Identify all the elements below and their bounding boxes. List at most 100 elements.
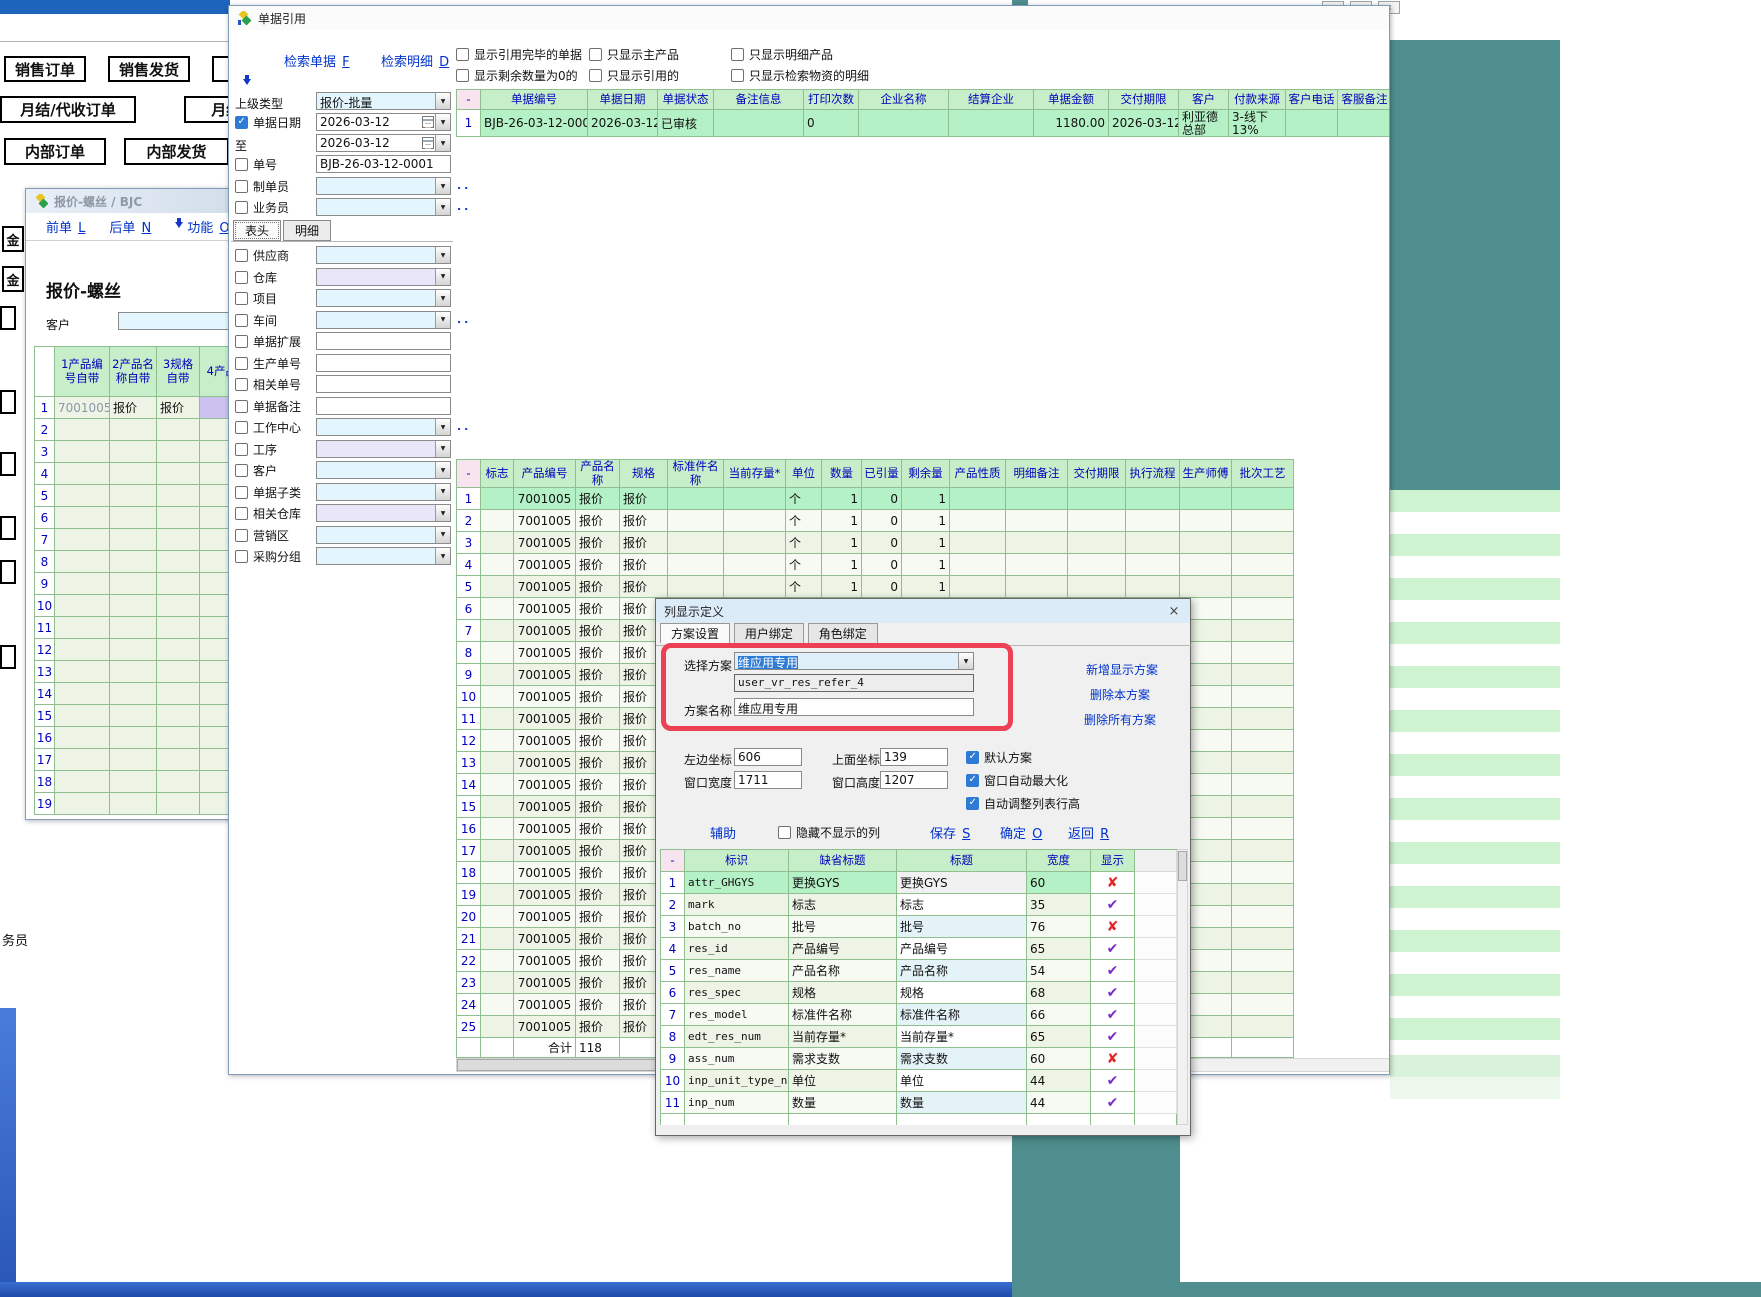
filter-combo-value[interactable] [317, 484, 435, 500]
filter-checkbox[interactable] [235, 249, 248, 262]
filter-combo-value[interactable] [317, 290, 435, 306]
cell[interactable]: 单位 [897, 1070, 1027, 1092]
table-row[interactable]: 14 [35, 683, 260, 705]
menu-item[interactable]: 前单 L [46, 217, 85, 236]
table-row[interactable]: 57001005报价报价个101 [457, 576, 1294, 598]
scheme-name-input[interactable]: 维应用专用 [734, 698, 974, 716]
toolbar-checkbox[interactable] [589, 69, 602, 82]
table-row[interactable]: 7 [35, 529, 260, 551]
filter-combo-value[interactable] [317, 269, 435, 285]
table-row[interactable]: 13 [35, 661, 260, 683]
filter-combo[interactable]: ▼ [316, 483, 451, 501]
chevron-down-icon[interactable]: ▼ [435, 135, 450, 151]
chevron-down-icon[interactable]: ▼ [435, 441, 450, 457]
cell[interactable]: 44 [1027, 1070, 1091, 1092]
filter-input[interactable] [316, 354, 451, 372]
cell[interactable]: 44 [1027, 1092, 1091, 1114]
side-button[interactable]: 金 [2, 226, 24, 252]
date-to-value[interactable]: 2026-03-12 [317, 135, 422, 151]
cell[interactable]: 60 [1027, 872, 1091, 894]
doc-no-checkbox[interactable] [235, 158, 248, 171]
chevron-down-icon[interactable]: ▼ [958, 653, 973, 669]
table-row[interactable]: 6 [35, 507, 260, 529]
chevron-down-icon[interactable]: ▼ [435, 269, 450, 285]
filter-checkbox[interactable] [235, 314, 248, 327]
table-row[interactable]: 4 [35, 463, 260, 485]
tab-role-binding[interactable]: 角色绑定 [808, 623, 878, 643]
filter-combo[interactable]: ▼ [316, 461, 451, 479]
salesman-more-button[interactable]: .. [457, 200, 471, 213]
table-row[interactable]: 12 [35, 639, 260, 661]
filter-input[interactable] [316, 397, 451, 415]
chevron-down-icon[interactable]: ▼ [435, 93, 450, 109]
filter-checkbox[interactable] [235, 400, 248, 413]
filter-combo[interactable]: ▼ [316, 547, 451, 565]
chevron-down-icon[interactable]: ▼ [435, 178, 450, 194]
window-width-input[interactable]: 1711 [734, 771, 802, 789]
table-row[interactable]: 8 [35, 551, 260, 573]
cell[interactable]: 35 [1027, 894, 1091, 916]
column-row[interactable]: 9ass_num需求支数需求支数60✘ [661, 1048, 1177, 1070]
cell[interactable]: 数量 [897, 1092, 1027, 1114]
more-button[interactable]: .. [457, 313, 471, 326]
filter-checkbox[interactable] [235, 271, 248, 284]
toolbar-checkbox[interactable] [731, 69, 744, 82]
filter-checkbox[interactable] [235, 292, 248, 305]
date-from-value[interactable]: 2026-03-12 [317, 114, 422, 130]
filter-combo[interactable]: ▼ [316, 268, 451, 286]
cell[interactable]: 68 [1027, 982, 1091, 1004]
chevron-down-icon[interactable]: ▼ [435, 527, 450, 543]
column-row[interactable]: 8edt_res_num当前存量*当前存量*65✔ [661, 1026, 1177, 1048]
left-coord-input[interactable]: 606 [734, 748, 802, 766]
expand-down-icon[interactable] [243, 79, 251, 89]
chevron-down-icon[interactable]: ▼ [435, 247, 450, 263]
salesman-combo[interactable]: ▼ [316, 198, 451, 216]
dialog-option-checkbox[interactable] [966, 751, 979, 764]
filter-checkbox[interactable] [235, 421, 248, 434]
filter-checkbox[interactable] [235, 443, 248, 456]
cell[interactable]: 产品编号 [897, 938, 1027, 960]
column-row[interactable]: 1attr_GHGYS更换GYS更换GYS60✘ [661, 872, 1177, 894]
visibility-mark[interactable]: ✔ [1091, 1092, 1135, 1114]
column-row[interactable]: 5res_name产品名称产品名称54✔ [661, 960, 1177, 982]
visibility-mark[interactable]: ✘ [1091, 872, 1135, 894]
parent-type-combo[interactable]: 报价-批量▼ [316, 92, 451, 110]
maker-combo[interactable]: ▼ [316, 177, 451, 195]
tab-detail[interactable]: 明细 [283, 220, 331, 241]
cell[interactable]: 76 [1027, 916, 1091, 938]
visibility-mark[interactable]: ✔ [1091, 1004, 1135, 1026]
salesman-checkbox[interactable] [235, 201, 248, 214]
visibility-mark[interactable]: ✔ [1091, 1070, 1135, 1092]
calendar-icon[interactable] [422, 137, 434, 149]
cell[interactable]: 标志 [897, 894, 1027, 916]
toolbar-checkbox[interactable] [456, 48, 469, 61]
table-row[interactable]: 17001005报价报价 [35, 397, 260, 419]
filter-combo[interactable]: ▼ [316, 418, 451, 436]
filter-combo-value[interactable] [317, 527, 435, 543]
filter-combo-value[interactable] [317, 548, 435, 564]
cell[interactable]: 更换GYS [897, 872, 1027, 894]
chevron-down-icon[interactable]: ▼ [435, 505, 450, 521]
dialog-option-checkbox[interactable] [966, 774, 979, 787]
cell[interactable]: 批号 [897, 916, 1027, 938]
menu-item[interactable]: 功能 O [175, 217, 229, 236]
chevron-down-icon[interactable]: ▼ [435, 548, 450, 564]
filter-combo-value[interactable] [317, 247, 435, 263]
dialog-vertical-scrollbar[interactable] [1177, 849, 1188, 1125]
toolbar-checkbox[interactable] [456, 69, 469, 82]
nav-button[interactable]: 销售订单 [4, 56, 86, 82]
filter-checkbox[interactable] [235, 550, 248, 563]
visibility-mark[interactable]: ✔ [1091, 960, 1135, 982]
chevron-down-icon[interactable]: ▼ [435, 484, 450, 500]
filter-checkbox[interactable] [235, 507, 248, 520]
column-row[interactable]: 2mark标志标志35✔ [661, 894, 1177, 916]
maker-checkbox[interactable] [235, 180, 248, 193]
cell[interactable]: 当前存量* [897, 1026, 1027, 1048]
side-button[interactable]: 金 [2, 266, 24, 292]
cell[interactable]: 66 [1027, 1004, 1091, 1026]
menu-item[interactable]: 后单 N [109, 217, 151, 236]
cell[interactable]: 60 [1027, 1048, 1091, 1070]
cell[interactable]: 65 [1027, 938, 1091, 960]
table-row[interactable]: 37001005报价报价个101 [457, 532, 1294, 554]
filter-checkbox[interactable] [235, 335, 248, 348]
